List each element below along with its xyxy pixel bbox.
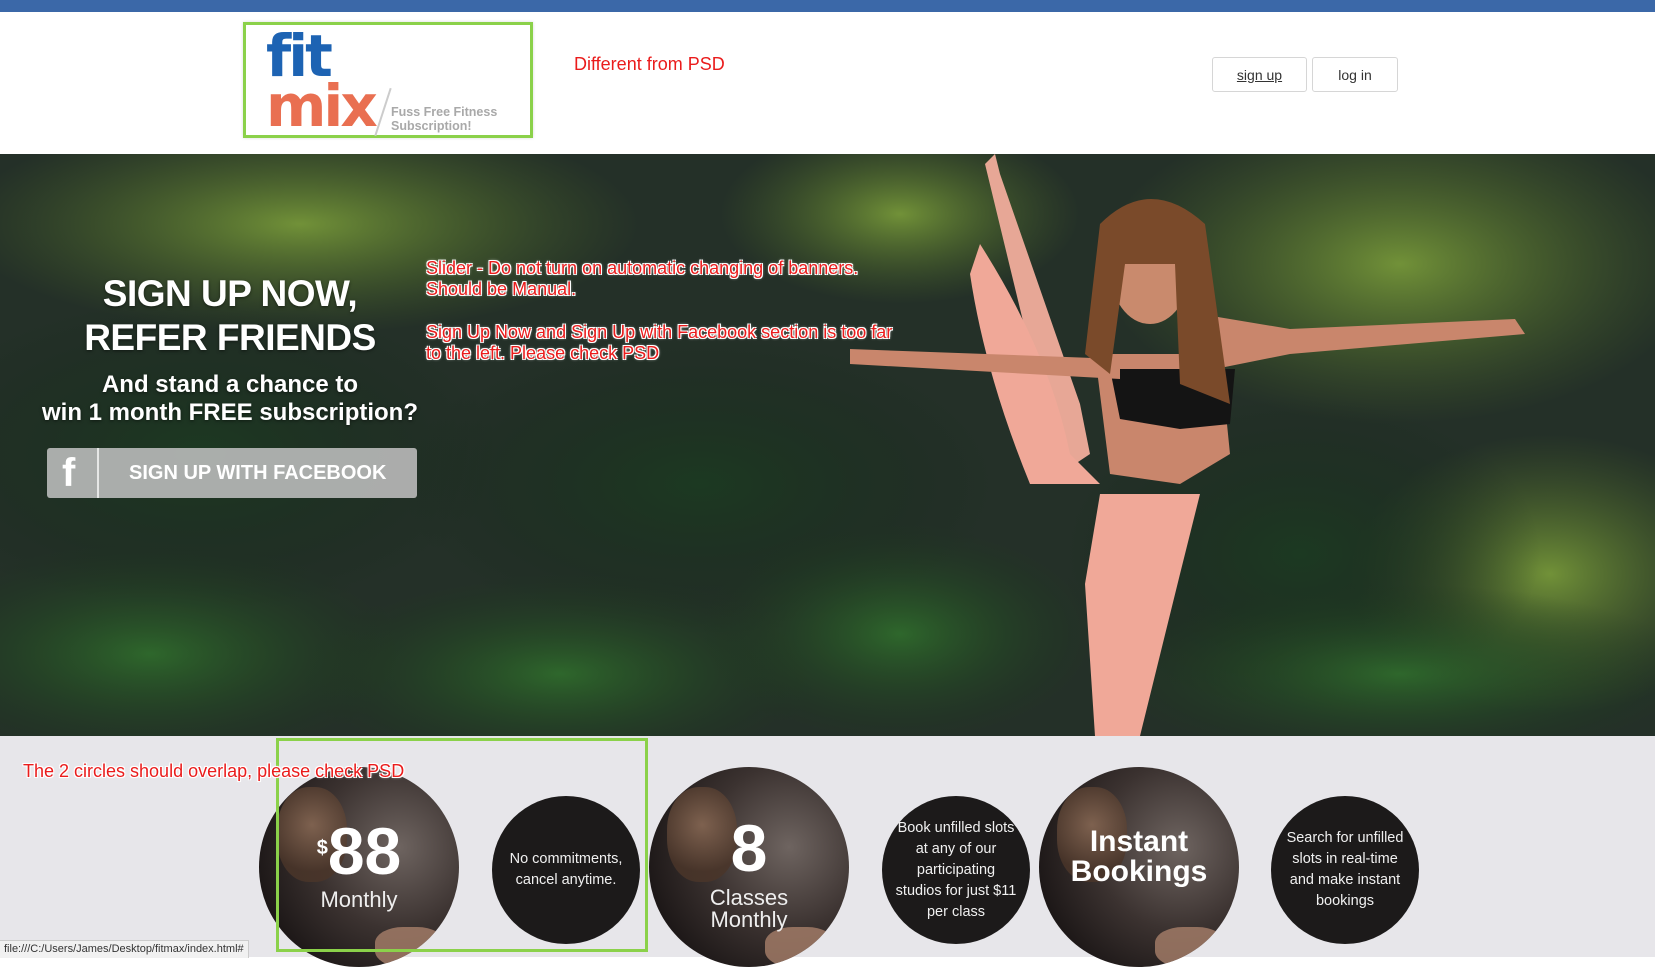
bookings-title-line-1: Instant (1089, 825, 1189, 858)
hero-headline-line-1: SIGN UP NOW, (102, 273, 358, 314)
hero-headline: SIGN UP NOW, REFER FRIENDS (40, 272, 420, 360)
logo-tagline: Fuss Free Fitness Subscription! (391, 105, 497, 133)
logo-word-mix: mix (266, 72, 378, 140)
hero-background-image (0, 154, 1655, 736)
hero-slider[interactable] (0, 154, 1655, 736)
logo-tagline-line-1: Fuss Free Fitness (391, 105, 498, 119)
trainer-photo-arm (765, 927, 835, 967)
logo-tagline-line-2: Subscription! (391, 119, 472, 133)
annotation-slider-line-1: Slider - Do not turn on automatic changi… (426, 258, 859, 278)
site-logo[interactable]: fit mix Fuss Free Fitness Subscription! (243, 22, 533, 138)
annotation-circles-note: The 2 circles should overlap, please che… (23, 761, 405, 781)
top-accent-bar (0, 0, 1655, 12)
classes-description-circle: Book unfilled slots at any of our partic… (882, 796, 1030, 944)
classes-circle: 8 Classes Monthly (649, 767, 849, 967)
annotation-slider-note: Slider - Do not turn on automatic changi… (426, 258, 858, 300)
logo-divider (374, 87, 392, 137)
hero-subline-line-1: And stand a chance to (101, 371, 359, 398)
classes-description: Book unfilled slots at any of our partic… (895, 819, 1017, 920)
classes-caption: Classes Monthly (649, 887, 849, 931)
browser-status-bar: file:///C:/Users/James/Desktop/fitmax/in… (0, 940, 249, 958)
bookings-description: Search for unfilled slots in real-time a… (1286, 830, 1404, 909)
hero-subline: And stand a chance to win 1 month FREE s… (30, 371, 430, 427)
annotation-slider-line-2: Should be Manual. (426, 279, 577, 299)
annotation-position-line-1: Sign Up Now and Sign Up with Facebook se… (426, 322, 893, 342)
facebook-icon-cell: f (47, 448, 99, 498)
bookings-title: Instant Bookings (1039, 827, 1239, 887)
classes-caption-line-2: Monthly (710, 907, 788, 932)
classes-caption-line-1: Classes (709, 885, 789, 910)
bookings-description-circle: Search for unfilled slots in real-time a… (1271, 796, 1419, 944)
sign-up-with-facebook-button[interactable]: f SIGN UP WITH FACEBOOK (47, 448, 417, 498)
classes-value: 8 (730, 811, 768, 885)
log-in-button[interactable]: log in (1312, 57, 1398, 92)
facebook-icon: f (62, 451, 76, 495)
bookings-circle: Instant Bookings (1039, 767, 1239, 967)
trainer-photo-arm (1155, 927, 1225, 967)
bookings-title-line-2: Bookings (1070, 855, 1208, 888)
annotation-position-note: Sign Up Now and Sign Up with Facebook se… (426, 322, 892, 364)
hero-headline-line-2: REFER FRIENDS (84, 317, 376, 358)
facebook-button-label: SIGN UP WITH FACEBOOK (129, 462, 387, 484)
annotation-position-line-2: to the left. Please check PSD (426, 343, 660, 363)
annotation-logo-note: Different from PSD (574, 54, 725, 74)
hero-subline-line-2: win 1 month FREE subscription? (41, 399, 418, 426)
sign-up-button[interactable]: sign up (1212, 57, 1307, 92)
